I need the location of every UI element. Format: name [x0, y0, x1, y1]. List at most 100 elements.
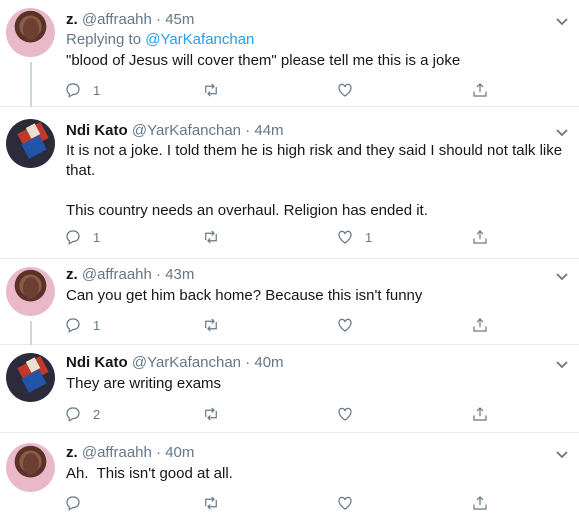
timestamp[interactable]: 40m — [254, 354, 283, 371]
chevron-down-icon[interactable] — [555, 357, 569, 369]
chevron-down-icon[interactable] — [555, 269, 569, 281]
tweet-actions — [64, 492, 504, 514]
tweet-paragraph: This country needs an overhaul. Religion… — [66, 202, 428, 219]
tweet-text: Can you get him back home? Because this … — [66, 286, 571, 306]
tweet-header: Ndi Kato @YarKafanchan · 40m — [66, 353, 284, 373]
tweet-header: z. @affraahh · 45m — [66, 10, 194, 30]
share-button[interactable] — [471, 492, 489, 514]
reply-button[interactable]: 2 — [64, 403, 100, 425]
thread-line — [30, 321, 32, 345]
tweet-paragraph: They are writing exams — [66, 375, 222, 392]
tweet-paragraph: It is not a joke. I told them he is high… — [66, 142, 563, 179]
tweet[interactable]: z. @affraahh · 43m Can you get him back … — [0, 259, 579, 345]
avatar[interactable] — [6, 119, 55, 168]
separator-dot: · — [245, 354, 251, 371]
author-handle[interactable]: @affraahh — [82, 11, 152, 28]
like-icon — [338, 407, 352, 421]
retweet-icon — [205, 496, 217, 510]
author-name[interactable]: Ndi Kato — [66, 354, 128, 371]
timestamp[interactable]: 40m — [165, 444, 194, 461]
reply-icon — [66, 318, 80, 333]
timestamp[interactable]: 43m — [165, 266, 194, 283]
reply-button[interactable]: 1 — [64, 314, 100, 336]
chevron-down-icon[interactable] — [555, 14, 569, 26]
replying-to-link[interactable]: @YarKafanchan — [145, 31, 254, 48]
tweet[interactable]: Ndi Kato @YarKafanchan · 40m They are wr… — [0, 345, 579, 433]
retweet-icon — [205, 230, 217, 244]
tweet-actions: 2 — [64, 403, 504, 425]
like-icon — [338, 318, 352, 332]
author-name[interactable]: z. — [66, 11, 78, 28]
tweet[interactable]: Ndi Kato @YarKafanchan · 44m It is not a… — [0, 107, 579, 259]
replying-to: Replying to @YarKafanchan — [66, 30, 254, 50]
avatar[interactable] — [6, 267, 55, 316]
retweet-button[interactable] — [202, 492, 231, 514]
avatar[interactable] — [6, 443, 55, 492]
tweet[interactable]: z. @affraahh · 45m Replying to @YarKafan… — [0, 0, 579, 107]
tweet-header: z. @affraahh · 43m — [66, 265, 194, 285]
like-button[interactable] — [336, 492, 365, 514]
separator-dot: · — [156, 444, 162, 461]
reply-icon — [66, 230, 80, 245]
avatar[interactable] — [6, 8, 55, 57]
chevron-down-icon[interactable] — [555, 125, 569, 137]
tweet-header: Ndi Kato @YarKafanchan · 44m — [66, 121, 284, 141]
like-icon — [338, 83, 352, 97]
share-icon — [473, 318, 487, 332]
separator-dot: · — [156, 266, 162, 283]
like-count: 1 — [365, 229, 373, 245]
share-button[interactable] — [471, 79, 489, 101]
timestamp[interactable]: 44m — [254, 122, 283, 139]
chevron-down-icon[interactable] — [555, 447, 569, 459]
reply-icon — [66, 407, 80, 422]
reply-button[interactable]: 1 — [64, 226, 100, 248]
share-icon — [473, 83, 487, 97]
like-button[interactable]: 1 — [336, 226, 372, 248]
share-button[interactable] — [471, 226, 489, 248]
avatar[interactable] — [6, 353, 55, 402]
timestamp[interactable]: 45m — [165, 11, 194, 28]
tweet-text: It is not a joke. I told them he is high… — [66, 141, 571, 221]
tweet-paragraph: "blood of Jesus will cover them" please … — [66, 52, 461, 69]
retweet-button[interactable] — [202, 314, 231, 336]
reply-count: 1 — [93, 317, 101, 333]
like-icon — [338, 496, 352, 510]
share-icon — [473, 496, 487, 510]
retweet-button[interactable] — [202, 403, 231, 425]
reply-button[interactable] — [64, 492, 93, 514]
author-handle[interactable]: @affraahh — [82, 266, 152, 283]
author-handle[interactable]: @YarKafanchan — [132, 354, 241, 371]
reply-icon — [66, 83, 80, 98]
share-icon — [473, 230, 487, 244]
replying-prefix: Replying to — [66, 31, 142, 48]
tweet-text: "blood of Jesus will cover them" please … — [66, 51, 571, 71]
author-name[interactable]: Ndi Kato — [66, 122, 128, 139]
tweet-actions: 1 1 — [64, 226, 504, 248]
share-button[interactable] — [471, 403, 489, 425]
reply-icon — [66, 496, 80, 511]
reply-count: 1 — [93, 229, 101, 245]
separator-dot: · — [245, 122, 251, 139]
retweet-button[interactable] — [202, 79, 231, 101]
reply-count: 2 — [93, 406, 101, 422]
retweet-icon — [205, 407, 217, 421]
tweet[interactable]: z. @affraahh · 40m Ah. This isn't good a… — [0, 433, 579, 526]
author-handle[interactable]: @affraahh — [82, 444, 152, 461]
tweet-text: They are writing exams — [66, 374, 571, 394]
like-button[interactable] — [336, 79, 365, 101]
like-icon — [338, 230, 352, 244]
tweet-actions: 1 — [64, 314, 504, 336]
tweet-paragraph: Ah. This isn't good at all. — [66, 465, 233, 482]
tweet-actions: 1 — [64, 79, 504, 101]
thread-line — [30, 62, 32, 107]
share-icon — [473, 407, 487, 421]
like-button[interactable] — [336, 403, 365, 425]
reply-count: 1 — [93, 82, 101, 98]
reply-button[interactable]: 1 — [64, 79, 100, 101]
retweet-button[interactable] — [202, 226, 231, 248]
author-handle[interactable]: @YarKafanchan — [132, 122, 241, 139]
share-button[interactable] — [471, 314, 489, 336]
author-name[interactable]: z. — [66, 266, 78, 283]
author-name[interactable]: z. — [66, 444, 78, 461]
like-button[interactable] — [336, 314, 365, 336]
